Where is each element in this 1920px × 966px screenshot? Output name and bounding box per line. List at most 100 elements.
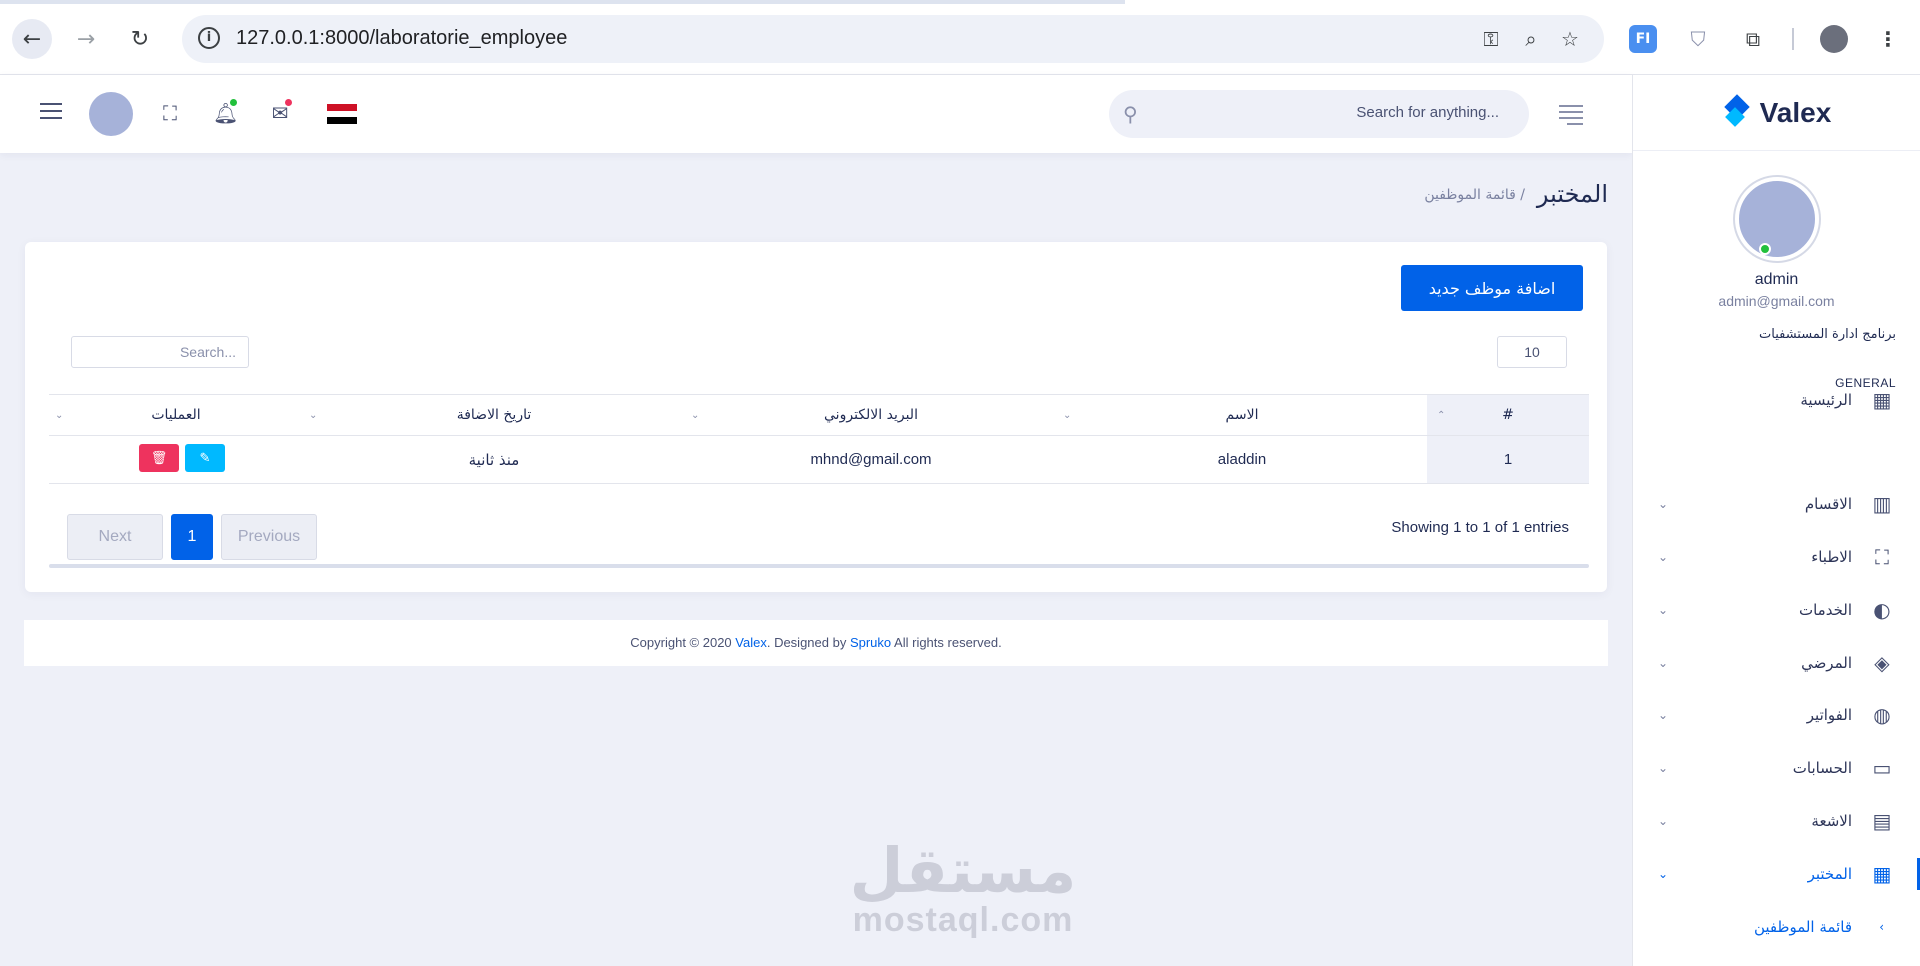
sidebar-item-laboratory[interactable]: ▦ المختبر ⌄ [1632,854,1920,894]
reload-icon: ↻ [130,26,150,52]
brand-name: Valex [1759,96,1832,128]
table-search-input[interactable]: Search... [71,336,249,368]
column-header-operations[interactable]: العمليات ⌄ [49,395,303,435]
notification-badge [230,99,237,106]
key-icon[interactable]: ⚿ [1479,27,1503,51]
bookmark-star-icon[interactable]: ☆ [1558,27,1582,51]
footer-designed-by: . Designed by [766,635,850,650]
toolbar-divider [1792,28,1794,50]
trash-icon: 🗑︎ [150,450,168,465]
forward-button[interactable]: → [66,19,106,59]
user-avatar[interactable] [1734,177,1819,261]
user-profile: admin admin@gmail.com [1633,151,1920,309]
messages-button[interactable]: ✉ [268,99,292,125]
menu-icon[interactable] [40,103,62,119]
breadcrumb[interactable]: / قائمة الموظفين [1424,187,1525,203]
delete-button[interactable]: 🗑︎ [139,444,179,472]
table-header-row: # ⌃ الاسم ⌄ البريد الالكتروني ⌄ تاريخ ال… [49,394,1589,436]
column-header-name[interactable]: الاسم ⌄ [1057,395,1427,435]
sidebar-item-label: الاطباء [1811,548,1852,566]
footer-copyright: Copyright © 2020 [630,635,736,650]
mail-badge [285,99,292,106]
footer-brand-link[interactable]: Valex [735,635,767,650]
align-right-icon[interactable] [1559,105,1583,129]
dashboard-icon: ▦ [1872,388,1892,412]
column-header-email[interactable]: البريد الالكتروني ⌄ [685,395,1057,435]
egypt-flag-icon[interactable] [327,104,357,124]
general-section-label: GENERAL [1835,376,1896,390]
sidebar-item-label: الحسابات [1792,759,1852,777]
notifications-button[interactable]: 🔔︎ [213,99,238,125]
avatar[interactable] [89,92,133,136]
sidebar-item-accounts[interactable]: ▭ الحسابات ⌄ [1632,748,1920,788]
search-icon: ⚲ [1123,102,1138,126]
chat-icon: ▭ [1872,756,1892,780]
previous-page-button[interactable]: Previous [221,514,317,560]
column-header-label: العمليات [151,407,201,423]
search-input[interactable]: ⚲ Search for anything... [1109,90,1529,138]
profile-avatar[interactable] [1820,25,1848,53]
sidebar-item-patients[interactable]: ◈ المرضي ⌄ [1632,643,1920,683]
chevron-down-icon: ⌄ [1658,656,1669,670]
kebab-menu-icon[interactable]: ⋮ [1874,25,1902,53]
cell-num: 1 [1427,436,1589,483]
sidebar-item-label: المختبر [1807,865,1852,883]
brand-logo[interactable]: Valex [1633,75,1920,151]
column-header-label: # [1502,407,1514,423]
layers-icon: ◈ [1874,651,1890,675]
address-bar[interactable]: i 127.0.0.1:8000/laboratorie_employee ⚿ … [182,15,1604,63]
search-placeholder: Search for anything... [1356,104,1499,121]
horizontal-scrollbar[interactable] [49,564,1589,568]
puzzle-icon[interactable]: ⧉ [1739,25,1767,53]
cell-name: aladdin [1217,451,1267,468]
shield-extension-icon[interactable]: ⛉ [1684,25,1712,53]
reload-button[interactable]: ↻ [120,19,160,59]
sort-icon: ⌄ [55,410,64,421]
zoom-icon[interactable]: ⌕ [1519,27,1543,51]
add-employee-button[interactable]: اضافة موظف جديد [1401,265,1583,311]
bar-chart-icon: ▥ [1872,492,1892,516]
chevron-down-icon: ⌄ [1658,814,1669,828]
basket-icon: ⛶ [1875,545,1889,569]
fullscreen-icon[interactable]: ⛶ [158,101,182,125]
sidebar-item-label: الفواتير [1806,706,1852,724]
user-name: admin [1754,271,1799,288]
footer-rights: All rights reserved. [891,635,1002,650]
document-icon: ▤ [1872,809,1892,833]
page-length-select[interactable]: 10 [1497,336,1567,368]
pagination: Next 1 Previous [67,514,317,560]
table-icon: ▦ [1872,862,1892,886]
page-title: المختبر [1536,180,1608,208]
sidebar-item-doctors[interactable]: ⛶ الاطباء ⌄ [1632,537,1920,577]
sort-icon: ⌄ [1063,410,1072,421]
column-header-label: البريد الالكتروني [824,407,918,423]
back-button[interactable]: ← [12,19,52,59]
next-page-button[interactable]: Next [67,514,163,560]
edit-button[interactable]: ✎ [185,444,225,472]
cell-email: mhnd@gmail.com [810,451,932,468]
sidebar-item-departments[interactable]: ▥ الاقسام ⌄ [1632,484,1920,524]
top-header: ⛶ 🔔︎ ✉ ⚲ Search for anything... [0,75,1632,153]
arrow-right-icon: → [76,26,96,52]
footer-designer-link[interactable]: Spruko [850,635,891,650]
site-info-icon[interactable]: i [198,27,220,49]
table-row: 1 aladdin mhnd@gmail.com منذ ثانية ✎ 🗑︎ [49,436,1589,484]
palette-icon: ◍ [1873,703,1891,727]
sidebar-item-services[interactable]: ◐ الخدمات ⌄ [1632,590,1920,630]
sort-icon: ⌄ [691,410,700,421]
sidebar-item-radiology[interactable]: ▤ الاشعة ⌄ [1632,801,1920,841]
column-header-num[interactable]: # ⌃ [1427,395,1589,435]
sidebar-subitem-employees[interactable]: قائمة الموظفين [1754,918,1852,936]
current-page-button[interactable]: 1 [171,514,213,560]
user-email: admin@gmail.com [1718,293,1835,309]
online-status-dot [1758,243,1771,255]
url-text[interactable]: 127.0.0.1:8000/laboratorie_employee [236,27,567,50]
table-info: Showing 1 to 1 of 1 entries [1391,519,1569,536]
sort-asc-icon: ⌃ [1437,410,1446,421]
sidebar-item-invoices[interactable]: ◍ الفواتير ⌄ [1632,695,1920,735]
pie-icon: ◐ [1873,598,1891,622]
extension-fi-icon[interactable]: FI [1629,25,1657,53]
chevron-down-icon: ⌄ [1658,550,1669,564]
footer: Copyright © 2020 Valex. Designed by Spru… [24,620,1608,666]
column-header-date[interactable]: تاريخ الاضافة ⌄ [303,395,685,435]
